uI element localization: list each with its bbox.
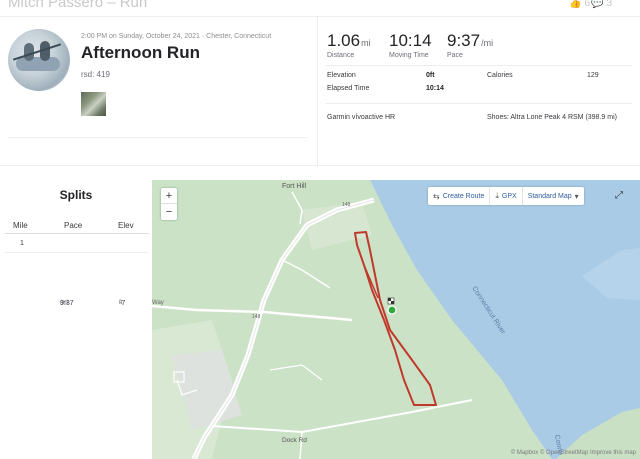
elevation-value: 0ft bbox=[426, 72, 435, 79]
map-attribution[interactable]: © Mapbox © OpenStreetMap Improve this ma… bbox=[511, 450, 636, 456]
zoom-controls: + − bbox=[161, 188, 177, 220]
comment-icon: 💬 bbox=[590, 0, 604, 9]
moving-time-value: 10:14 bbox=[389, 31, 432, 50]
athlete-avatar[interactable] bbox=[8, 29, 70, 91]
fullscreen-icon[interactable]: ⤢ bbox=[612, 189, 626, 203]
split-elev-unit: ft bbox=[119, 300, 123, 306]
map-canvas[interactable]: Fort Hill Connecticut River Dock Rd 148 … bbox=[152, 180, 640, 459]
divider bbox=[326, 103, 632, 104]
divider bbox=[326, 65, 632, 66]
pace-value: 9:37 bbox=[447, 31, 481, 50]
stat-moving-time: 10:14 Moving Time bbox=[389, 31, 432, 59]
distance-label: Distance bbox=[327, 52, 355, 59]
divider bbox=[5, 233, 149, 234]
elapsed-time-label: Elapsed Time bbox=[327, 85, 370, 92]
map-toolbar: ⇆ Create Route ⤓ GPX Standard Map ▾ bbox=[428, 187, 584, 205]
map-label-dock-rd: Dock Rd bbox=[282, 437, 307, 444]
map-label-fort-hill: Fort Hill bbox=[282, 183, 307, 190]
splits-header-mile: Mile bbox=[13, 221, 28, 230]
kudos-count: 6 bbox=[584, 0, 590, 9]
elevation-label: Elevation bbox=[327, 72, 356, 79]
thumbs-up-icon: 👍 bbox=[568, 0, 582, 9]
shoes-info[interactable]: Shoes: Altra Lone Peak 4 RSM (398.9 mi) bbox=[487, 114, 617, 121]
device-name: Garmin vívoactive HR bbox=[327, 114, 396, 121]
map-label-road-148: 148 bbox=[342, 202, 351, 208]
kudos-button[interactable]: 👍 6 bbox=[569, 0, 590, 9]
stat-pace: 9:37/mi Pace bbox=[447, 31, 493, 59]
split-pace-unit: /mi bbox=[60, 300, 68, 306]
gpx-export-button[interactable]: ⤓ GPX bbox=[490, 187, 523, 205]
activity-stats: 1.06mi Distance 10:14 Moving Time 9:37/m… bbox=[319, 17, 640, 167]
create-route-label: Create Route bbox=[442, 192, 485, 200]
activity-date: 2:00 PM on Sunday, October 24, 2021 · Ch… bbox=[81, 33, 272, 40]
rsd-value: rsd: 419 bbox=[81, 70, 110, 79]
map-type-select[interactable]: Standard Map ▾ bbox=[523, 187, 584, 205]
gpx-label: GPX bbox=[501, 192, 517, 200]
divider bbox=[8, 137, 308, 138]
divider bbox=[5, 252, 149, 253]
calories-label: Calories bbox=[487, 72, 513, 79]
breadcrumb[interactable]: Mitch Passero – Run bbox=[8, 0, 147, 11]
activity-summary-card: 2:00 PM on Sunday, October 24, 2021 · Ch… bbox=[0, 16, 640, 167]
activity-photo-thumbnail[interactable] bbox=[81, 92, 106, 116]
moving-time-label: Moving Time bbox=[389, 52, 429, 59]
pace-label: Pace bbox=[447, 52, 463, 59]
finish-flag-icon bbox=[387, 297, 395, 305]
route-icon: ⇆ bbox=[433, 191, 440, 201]
zoom-out-button[interactable]: − bbox=[161, 204, 177, 220]
splits-header-pace: Pace bbox=[64, 221, 83, 230]
comments-count: 3 bbox=[606, 0, 612, 9]
distance-unit: mi bbox=[361, 38, 371, 48]
map-type-label: Standard Map bbox=[527, 192, 572, 200]
route-map[interactable]: Fort Hill Connecticut River Dock Rd 148 … bbox=[152, 180, 640, 459]
splits-title: Splits bbox=[59, 188, 93, 202]
stat-distance: 1.06mi Distance bbox=[327, 31, 371, 59]
activity-title: Afternoon Run bbox=[81, 43, 200, 62]
map-label-road-148: 148 bbox=[252, 314, 261, 320]
splits-header-row: Mile Pace Elev bbox=[0, 221, 152, 233]
splits-panel: Splits Mile Pace Elev 1 9:37 /mi -7 ft bbox=[0, 180, 152, 459]
calories-value: 129 bbox=[587, 72, 599, 79]
map-label-way: Way bbox=[152, 300, 164, 306]
caret-down-icon: ▾ bbox=[574, 191, 579, 201]
download-icon: ⤓ bbox=[495, 191, 499, 200]
distance-value: 1.06 bbox=[327, 31, 361, 50]
zoom-in-button[interactable]: + bbox=[161, 188, 177, 204]
pace-unit: /mi bbox=[481, 38, 494, 48]
activity-info: 2:00 PM on Sunday, October 24, 2021 · Ch… bbox=[0, 17, 318, 167]
comments-button[interactable]: 💬 3 bbox=[591, 0, 612, 9]
splits-header-elev: Elev bbox=[118, 221, 134, 230]
elapsed-time-value: 10:14 bbox=[426, 85, 444, 92]
create-route-button[interactable]: ⇆ Create Route bbox=[428, 187, 491, 205]
header-bar: Mitch Passero – Run 👍 6 💬 3 bbox=[0, 0, 640, 16]
start-marker-icon bbox=[387, 305, 397, 315]
split-mile: 1 bbox=[20, 240, 24, 247]
